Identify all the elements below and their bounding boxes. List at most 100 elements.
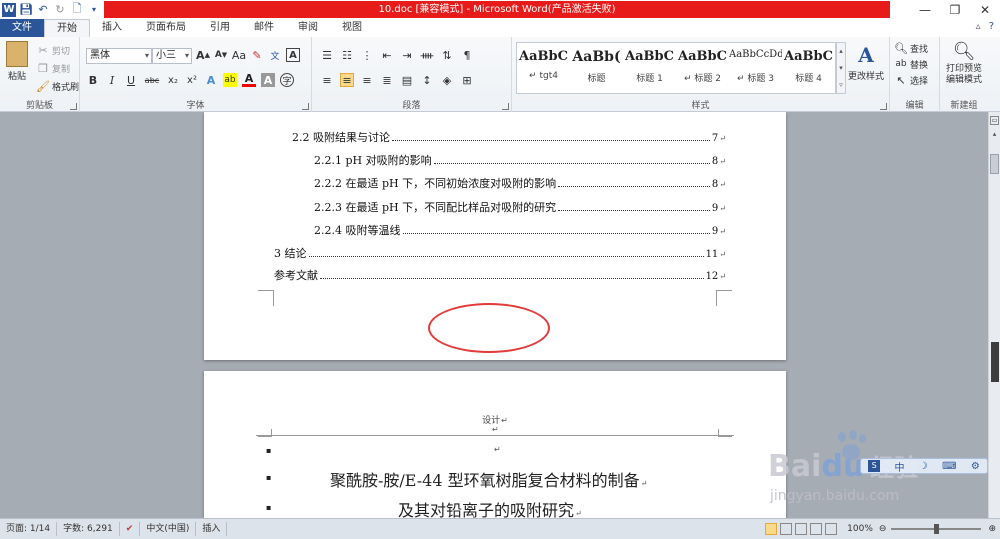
decrease-indent-icon[interactable]: ⇤ bbox=[380, 48, 394, 62]
clear-format-icon[interactable]: ✎ bbox=[250, 48, 264, 62]
tab-mailings[interactable]: 邮件 bbox=[242, 19, 286, 37]
font-launcher-icon[interactable] bbox=[302, 103, 309, 110]
chinese-layout-icon[interactable]: ᚓ bbox=[420, 48, 434, 62]
text-effects-icon[interactable]: A bbox=[204, 73, 218, 87]
collapse-ribbon-icon[interactable]: ▵ bbox=[976, 21, 981, 32]
numbering-icon[interactable]: ☷ bbox=[340, 48, 354, 62]
strikethrough-button[interactable]: abc bbox=[143, 73, 161, 87]
change-case-icon[interactable]: Aa bbox=[232, 48, 246, 62]
char-shading-icon[interactable]: A bbox=[261, 73, 275, 87]
select-button[interactable]: ↖ 选择 bbox=[894, 73, 928, 87]
show-marks-icon[interactable]: ¶ bbox=[460, 48, 474, 62]
status-insert-mode[interactable]: 插入 bbox=[196, 522, 228, 536]
undo-icon[interactable]: ↶ bbox=[36, 3, 50, 17]
ime-soft-keyboard-icon[interactable]: ⌨︎ bbox=[942, 461, 956, 472]
restore-icon[interactable]: ❐ bbox=[940, 0, 970, 19]
redo-icon[interactable]: ↻ bbox=[53, 3, 67, 17]
shading-icon[interactable]: ◈ bbox=[440, 73, 454, 87]
style-tgt4[interactable]: AaBbC ↵ tgt4 bbox=[517, 43, 570, 93]
draft-view-icon[interactable] bbox=[825, 523, 838, 535]
font-size-select[interactable]: 小三 ▾ bbox=[152, 48, 192, 64]
ime-punct-icon[interactable]: ☽ bbox=[919, 461, 928, 472]
status-words[interactable]: 字数: 6,291 bbox=[57, 522, 120, 536]
enclosed-char-icon[interactable]: 字 bbox=[280, 73, 294, 87]
style-heading-2[interactable]: AaBbC ↵ 标题 2 bbox=[676, 43, 729, 93]
tab-insert[interactable]: 插入 bbox=[90, 19, 134, 37]
proofing-icon[interactable]: ✔︎ bbox=[120, 522, 141, 536]
toc-entry[interactable]: 2.2 吸附结果与讨论 7 ↵ bbox=[292, 129, 726, 145]
cut-button[interactable]: ✂ 剪切 bbox=[36, 43, 70, 57]
minimize-icon[interactable]: — bbox=[910, 0, 940, 19]
tab-home[interactable]: 开始 bbox=[44, 19, 90, 37]
tab-review[interactable]: 审阅 bbox=[286, 19, 330, 37]
list-item[interactable]: ▪ 及其对铅离子的吸附研究↵ bbox=[266, 497, 746, 518]
status-language[interactable]: 中文(中国) bbox=[140, 522, 197, 536]
status-page[interactable]: 页面: 1/14 bbox=[0, 522, 58, 536]
borders-icon[interactable]: ⊞ bbox=[460, 73, 474, 87]
print-preview-icon[interactable]: 🗋︎ bbox=[70, 2, 84, 17]
tab-view[interactable]: 视图 bbox=[330, 19, 374, 37]
zoom-level[interactable]: 100% bbox=[843, 524, 877, 534]
paragraph-launcher-icon[interactable] bbox=[502, 103, 509, 110]
print-preview-button[interactable]: 🔍︎ 打印预览编辑模式 bbox=[942, 41, 986, 86]
phonetic-guide-icon[interactable]: 文 bbox=[268, 48, 282, 62]
zoom-in-icon[interactable]: ⊕ bbox=[984, 524, 1000, 534]
ime-toolbar[interactable]: S 中 ☽ ⌨︎ ⚙︎ bbox=[860, 458, 988, 474]
toc-entry[interactable]: 参考文献 12 ↵ bbox=[274, 267, 726, 283]
tab-references[interactable]: 引用 bbox=[198, 19, 242, 37]
increase-indent-icon[interactable]: ⇥ bbox=[400, 48, 414, 62]
highlight-icon[interactable]: ab bbox=[223, 73, 237, 87]
style-heading-3[interactable]: AaBbCcDd ↵ 标题 3 bbox=[729, 43, 782, 93]
char-border-icon[interactable]: A bbox=[286, 48, 300, 62]
tab-page-layout[interactable]: 页面布局 bbox=[134, 19, 198, 37]
ruler-toggle-icon[interactable]: ▭ bbox=[990, 116, 999, 125]
bold-button[interactable]: B bbox=[86, 73, 100, 87]
style-heading-1[interactable]: AaBbC 标题 1 bbox=[623, 43, 676, 93]
help-icon[interactable]: ? bbox=[989, 21, 994, 32]
align-right-icon[interactable]: ≡ bbox=[360, 73, 374, 87]
replace-button[interactable]: ab 替换 bbox=[894, 57, 928, 71]
tab-file[interactable]: 文件 bbox=[0, 19, 44, 37]
copy-button[interactable]: ❐ 复制 bbox=[36, 61, 70, 75]
toc-entry[interactable]: 2.2.1 pH 对吸附的影响 8 ↵ bbox=[314, 152, 726, 168]
full-screen-view-icon[interactable] bbox=[780, 523, 793, 535]
ime-settings-icon[interactable]: ⚙︎ bbox=[971, 461, 980, 472]
toc-entry[interactable]: 3 结论 11 ↵ bbox=[274, 245, 726, 261]
justify-icon[interactable]: ≣ bbox=[380, 73, 394, 87]
page-2[interactable]: 设计↵ ↵ ▪ ↵ ▪ 聚酰胺-胺/E-44 型环氧树脂复合材料的制备↵ ▪ 及… bbox=[204, 371, 786, 518]
zoom-slider[interactable] bbox=[891, 524, 982, 534]
word-logo-icon[interactable]: W bbox=[2, 2, 16, 17]
web-layout-view-icon[interactable] bbox=[795, 523, 808, 535]
find-button[interactable]: 🔍︎ 查找 bbox=[894, 41, 928, 55]
superscript-button[interactable]: x² bbox=[185, 73, 199, 87]
font-name-select[interactable]: 黑体 ▾ bbox=[86, 48, 152, 64]
toc-entry[interactable]: 2.2.3 在最适 pH 下，不同配比样品对吸附的研究 9 ↵ bbox=[314, 199, 726, 215]
italic-button[interactable]: I bbox=[105, 73, 119, 87]
styles-scroll[interactable]: ▴ ▾ ▿ bbox=[836, 42, 846, 94]
multilevel-list-icon[interactable]: ⋮ bbox=[360, 48, 374, 62]
sort-icon[interactable]: ⇅ bbox=[440, 48, 454, 62]
styles-launcher-icon[interactable] bbox=[880, 103, 887, 110]
underline-button[interactable]: U bbox=[124, 73, 138, 87]
ime-logo-icon[interactable]: S bbox=[868, 460, 881, 472]
style-title[interactable]: AaBb(标题 bbox=[570, 43, 623, 93]
line-spacing-icon[interactable]: ↕ bbox=[420, 73, 434, 87]
page-1[interactable]: 2.2 吸附结果与讨论 7 ↵ 2.2.1 pH 对吸附的影响 8 ↵ 2.2.2 在最… bbox=[204, 112, 786, 360]
clipboard-launcher-icon[interactable] bbox=[70, 103, 77, 110]
close-icon[interactable]: ✕ bbox=[970, 0, 1000, 19]
print-layout-view-icon[interactable] bbox=[765, 523, 778, 535]
customize-qat-icon[interactable]: ▾ bbox=[87, 3, 101, 17]
distributed-icon[interactable]: ▤ bbox=[400, 73, 414, 87]
toc-entry[interactable]: 2.2.4 吸附等温线 9 ↵ bbox=[314, 222, 726, 238]
scroll-thumb[interactable] bbox=[990, 154, 999, 174]
toc-entry[interactable]: 2.2.2 在最适 pH 下，不同初始浓度对吸附的影响 8 ↵ bbox=[314, 175, 726, 191]
list-item[interactable]: ▪ ↵ bbox=[266, 443, 726, 461]
paste-button[interactable]: 粘贴 bbox=[6, 41, 28, 82]
zoom-out-icon[interactable]: ⊖ bbox=[877, 524, 889, 534]
shrink-font-icon[interactable]: A ▼ bbox=[214, 48, 228, 62]
font-color-icon[interactable]: A bbox=[242, 72, 256, 87]
subscript-button[interactable]: x₂ bbox=[166, 73, 180, 87]
save-icon[interactable]: 💾︎ bbox=[19, 3, 33, 17]
style-heading-4[interactable]: AaBbC 标题 4 bbox=[782, 43, 835, 93]
align-center-icon[interactable]: ≡ bbox=[340, 73, 354, 87]
